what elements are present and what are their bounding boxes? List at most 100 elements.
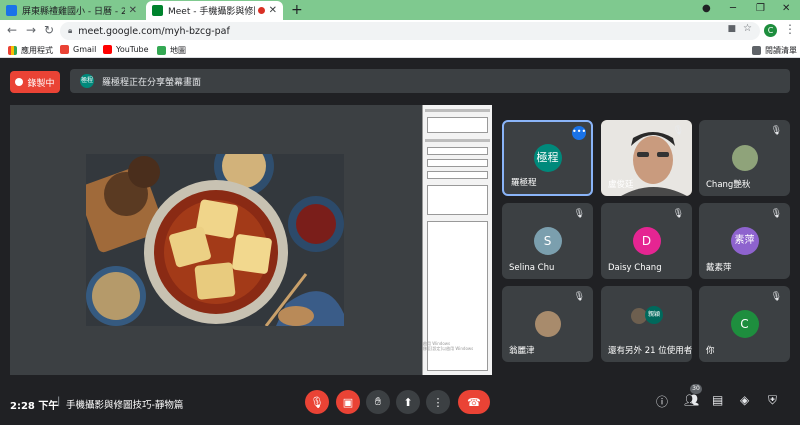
mic-off-icon: 🎙︎ [672,209,684,219]
profile-avatar[interactable]: C [764,24,777,37]
recording-indicator-icon [257,7,265,14]
participant-tile[interactable]: 🎙︎ 盧俊廷 [601,120,692,196]
tab-calendar[interactable]: 屏東縣禮雞國小 - 日曆 - 2021年 ✕ [0,1,143,20]
lock-icon: 🔒︎ [68,26,73,35]
participant-name: 翁麗津 [509,346,535,356]
participant-name: Daisy Chang [608,263,662,273]
participant-name: 戴素萍 [706,263,732,273]
reading-list[interactable]: 閱讀清單 [752,45,797,56]
participant-name: Chang艷秋 [706,180,751,190]
presenting-text: 羅極程正在分享螢幕畫面 [102,77,202,88]
back-icon[interactable]: ← [7,23,17,37]
self-tile[interactable]: 🎙︎ C 你 [699,286,790,362]
forward-icon[interactable]: → [26,23,36,37]
bookmark-apps[interactable]: 應用程式 [8,45,53,56]
window-close-icon[interactable]: ✕ [782,3,790,14]
panel-field[interactable] [427,147,488,155]
bookmark-gmail[interactable]: Gmail [60,45,96,54]
mic-off-icon: 🎙︎ [573,292,585,302]
software-side-panel: 啟用 Windows 移至[設定]以啟用 Windows [422,105,492,375]
bookmark-maps[interactable]: 地圖 [157,45,186,56]
participant-name: 你 [706,346,715,356]
bookmark-youtube[interactable]: YouTube [103,45,149,54]
presenter-avatar: 極程 [80,74,94,88]
profile-dot-icon[interactable]: ● [702,3,711,14]
participant-tile[interactable]: 🎙︎ S Selina Chu [502,203,593,279]
panel-box [427,185,488,215]
close-icon[interactable]: ✕ [269,5,277,16]
panel-box [427,117,488,133]
maximize-icon[interactable]: ❐ [756,3,765,14]
leave-call-button[interactable]: ☎︎ [458,390,490,414]
participant-name: Selina Chu [509,263,555,273]
others-label: 還有另外 21 位使用者 [608,346,692,356]
meeting-time: 2:28 下午 [10,401,59,412]
meeting-details-icon[interactable]: ⓘ [656,393,668,410]
mic-off-icon: 🎙︎ [770,209,782,219]
camera-toggle-button[interactable]: ▣ [336,390,360,414]
browser-toolbar: ← → ↻ 🔒︎ meet.google.com/myh-bzcg-paf ■ … [0,20,800,42]
participant-tile[interactable]: 🎙︎ Chang艷秋 [699,120,790,196]
participant-avatar: S [533,227,562,255]
tab-title: 屏東縣禮雞國小 - 日曆 - 2021年 [22,7,125,17]
raise-hand-button[interactable]: ✋︎ [366,390,390,414]
reload-icon[interactable]: ↻ [44,23,54,37]
address-text: meet.google.com/myh-bzcg-paf [78,25,230,37]
panel-divider [425,139,490,142]
participant-tile[interactable]: 🎙︎ 素萍 戴素萍 [699,203,790,279]
gmail-icon [60,45,69,54]
address-bar[interactable]: 🔒︎ meet.google.com/myh-bzcg-paf ■ ☆ [60,22,760,40]
participant-avatar: 素萍 [730,227,759,255]
reading-list-icon [752,46,761,55]
close-icon[interactable]: ✕ [129,5,137,16]
meet-icon [152,5,163,16]
meet-window: 錄製中 極程 羅極程正在分享螢幕畫面 啟用 Windows 移至[設定]以啟用 … [0,59,800,425]
chat-icon[interactable]: ▤ [712,393,723,407]
participant-name: 羅極程 [511,178,537,188]
meeting-title: 手機攝影與修圖技巧-靜物篇 [66,400,184,411]
more-options-icon[interactable]: ••• [572,126,586,140]
participant-tile[interactable]: 🎙︎ 翁麗津 [502,286,593,362]
record-dot-icon [15,78,24,86]
minimize-icon[interactable]: ─ [730,3,736,14]
food-photo [86,154,344,326]
presenting-banner: 極程 羅極程正在分享螢幕畫面 [70,69,790,93]
camera-off-icon: ▣ [342,395,354,409]
mic-off-icon: 🎙︎ [770,126,782,136]
more-options-button[interactable]: ⋮ [426,390,450,414]
present-screen-icon: ⬆ [403,395,413,409]
tab-meet[interactable]: Meet - 手機攝影與修圖技巧 ✕ [146,1,283,20]
mic-toggle-button[interactable]: 🎙︎ [305,390,329,414]
panel-field[interactable] [427,159,488,167]
hand-icon: ✋︎ [374,395,382,408]
food-photo-illustration [86,154,344,326]
bookmarks-bar: 應用程式 Gmail YouTube 地圖 閱讀清單 [0,42,800,58]
separator: | [57,396,61,407]
more-vert-icon: ⋮ [432,395,444,409]
participant-avatar: 親穎 [645,306,663,324]
menu-icon[interactable]: ⋮ [784,22,796,36]
participant-tile[interactable]: ••• 極程 羅極程 [502,120,593,196]
participant-photo-avatar [731,145,758,171]
participant-avatar: 極程 [533,144,562,172]
activities-icon[interactable]: ◈ [740,393,749,407]
participant-tile[interactable]: 🎙︎ D Daisy Chang [601,203,692,279]
others-tile[interactable]: 親穎 還有另外 21 位使用者 [601,286,692,362]
hang-up-icon: ☎︎ [467,395,481,409]
star-icon[interactable]: ☆ [743,23,752,34]
mic-off-icon: 🎙︎ [573,209,585,219]
shared-screen: 啟用 Windows 移至[設定]以啟用 Windows [10,105,492,375]
calendar-icon [6,5,17,16]
present-button[interactable]: ⬆ [396,390,420,414]
people-icon[interactable]: 👥︎ [684,393,699,407]
camera-in-use-icon[interactable]: ■ [727,24,736,34]
mic-off-icon: 🎙︎ [770,292,782,302]
participant-photo-avatar [534,311,561,337]
browser-tab-strip: 屏東縣禮雞國小 - 日曆 - 2021年 ✕ Meet - 手機攝影與修圖技巧 … [0,0,800,20]
tab-title: Meet - 手機攝影與修圖技巧 [168,7,255,17]
new-tab-button[interactable]: + [291,2,303,18]
panel-field[interactable] [427,171,488,179]
recording-badge[interactable]: 錄製中 [10,71,60,93]
host-controls-icon[interactable]: ⛨ [768,393,777,408]
youtube-icon [103,45,112,54]
